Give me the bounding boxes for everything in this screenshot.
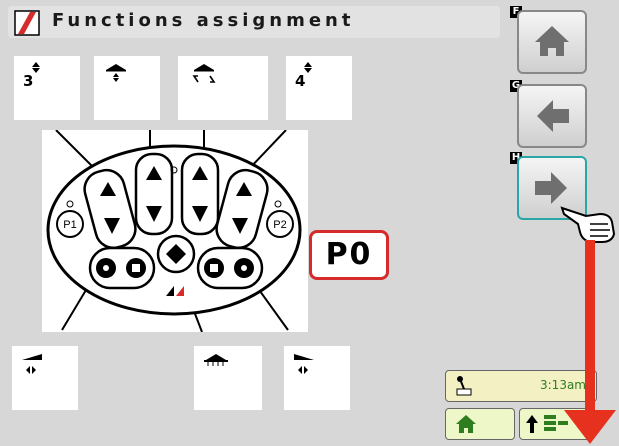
title-bar: Functions assignment	[8, 6, 500, 38]
arrow-left-icon	[537, 100, 569, 132]
joystick-status-icon	[456, 376, 472, 396]
up-down-button-3[interactable]	[180, 152, 220, 236]
right-bottom-buttons[interactable]	[196, 246, 264, 290]
function-slot-1[interactable]: 3	[14, 56, 80, 120]
slot-number: 3	[23, 72, 34, 90]
function-slot-3[interactable]	[178, 56, 268, 120]
function-slot-6[interactable]	[194, 346, 262, 410]
scroll-down-arrow-annotation	[564, 240, 616, 444]
function-slot-5[interactable]	[12, 346, 78, 410]
p2-label: P2	[273, 219, 286, 231]
program-indicator: P0	[309, 230, 389, 280]
p1-label: P1	[63, 219, 76, 231]
home-button[interactable]	[517, 10, 587, 74]
left-bottom-buttons[interactable]	[88, 246, 156, 290]
function-slot-7[interactable]	[284, 346, 350, 410]
function-slot-2[interactable]	[94, 56, 160, 120]
back-button[interactable]	[517, 84, 587, 148]
boom-raise-lower-icon	[106, 64, 126, 82]
joystick-diagram: P1 P2	[42, 129, 308, 333]
boom-tilt-icon	[192, 64, 216, 83]
boom-right-section-icon	[294, 354, 314, 374]
page-title: Functions assignment	[52, 10, 355, 31]
boom-spray-icon	[204, 354, 228, 366]
home-icon	[535, 26, 569, 56]
center-button[interactable]	[156, 234, 196, 274]
home-icon	[456, 415, 476, 433]
brand-logo-icon	[14, 10, 40, 36]
up-down-button-2[interactable]	[134, 152, 174, 236]
main-menu-button[interactable]	[445, 408, 515, 440]
pointing-hand-icon	[560, 206, 616, 243]
function-slot-4[interactable]: 4	[286, 56, 352, 120]
boom-left-section-icon	[22, 354, 42, 374]
slot-number: 4	[295, 72, 306, 90]
